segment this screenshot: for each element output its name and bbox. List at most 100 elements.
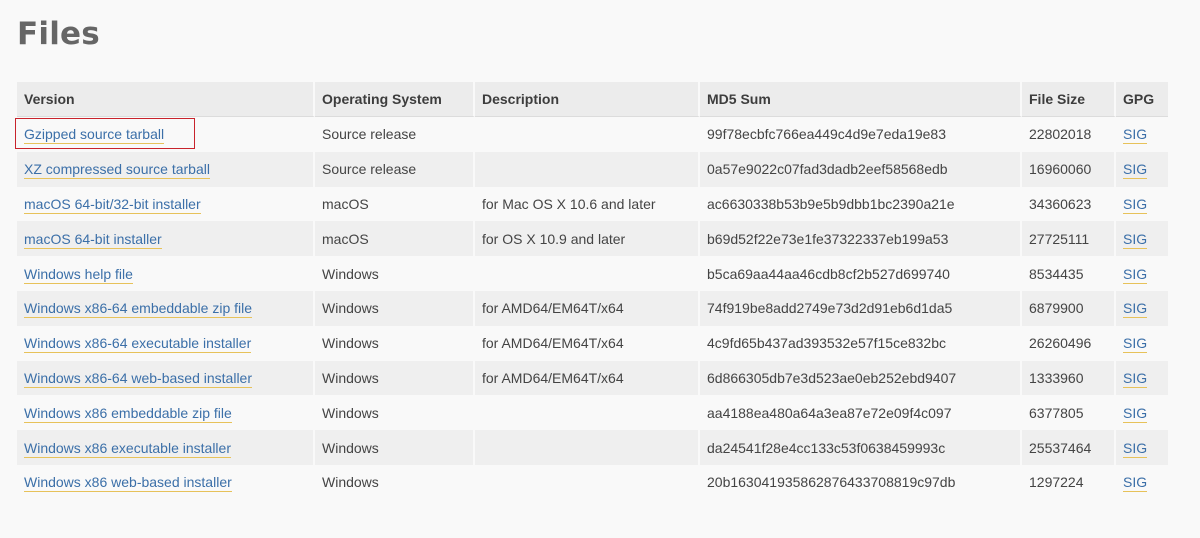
signature-link[interactable]: SIG xyxy=(1123,439,1148,458)
cell-md5-sum: 99f78ecbfc766ea449c4d9e7eda19e83 xyxy=(700,117,1022,152)
cell-gpg: SIG xyxy=(1116,360,1168,396)
cell-gpg: SIG xyxy=(1116,186,1168,222)
cell-operating-system: macOS xyxy=(315,221,475,257)
cell-description xyxy=(475,430,700,465)
cell-gpg: SIG xyxy=(1116,256,1168,291)
cell-file-size: 6879900 xyxy=(1022,290,1116,326)
table-body: Gzipped source tarball Source release 99f7… xyxy=(15,117,1168,500)
signature-link[interactable]: SIG xyxy=(1123,265,1148,284)
table-row: Windows x86 executable installer Windows d… xyxy=(17,430,1168,465)
table-row: Gzipped source tarball Source release 99f7… xyxy=(15,117,1168,152)
signature-link[interactable]: SIG xyxy=(1123,230,1148,249)
file-download-link[interactable]: Windows help file xyxy=(24,265,133,284)
signature-link[interactable]: SIG xyxy=(1123,369,1148,388)
cell-file-size: 1297224 xyxy=(1022,464,1116,500)
cell-file-size: 22802018 xyxy=(1022,117,1116,152)
file-download-link[interactable]: macOS 64-bit installer xyxy=(24,230,162,249)
signature-link[interactable]: SIG xyxy=(1123,335,1148,354)
files-table: Version Operating System Description MD5… xyxy=(15,82,1168,500)
header-file-size: File Size xyxy=(1022,82,1116,117)
cell-version: Windows x86-64 executable installer xyxy=(17,325,315,361)
cell-description xyxy=(475,395,700,431)
file-download-link[interactable]: Windows x86-64 executable installer xyxy=(24,335,252,354)
cell-md5-sum: aa4188ea480a64a3ea87e72e09f4c097 xyxy=(700,395,1022,431)
cell-description xyxy=(475,151,700,187)
table-row: macOS 64-bit installer macOS for OS X 10.9… xyxy=(17,221,1168,257)
cell-operating-system: Windows xyxy=(315,325,475,361)
cell-version: XZ compressed source tarball xyxy=(17,151,315,187)
cell-operating-system: Windows xyxy=(315,360,475,396)
signature-link[interactable]: SIG xyxy=(1123,404,1148,423)
cell-operating-system: Windows xyxy=(315,464,475,500)
cell-version: Windows x86-64 web-based installer xyxy=(17,360,315,396)
header-operating-system: Operating System xyxy=(315,82,475,117)
cell-gpg: SIG xyxy=(1116,221,1168,257)
cell-file-size: 26260496 xyxy=(1022,325,1116,361)
cell-gpg: SIG xyxy=(1116,325,1168,361)
cell-file-size: 6377805 xyxy=(1022,395,1116,431)
cell-gpg: SIG xyxy=(1116,117,1168,152)
cell-gpg: SIG xyxy=(1116,290,1168,326)
cell-file-size: 27725111 xyxy=(1022,221,1116,257)
cell-version: Windows x86-64 embeddable zip file xyxy=(17,290,315,326)
cell-version: Windows x86 executable installer xyxy=(17,430,315,465)
cell-file-size: 34360623 xyxy=(1022,186,1116,222)
cell-operating-system: Source release xyxy=(315,151,475,187)
cell-version: macOS 64-bit/32-bit installer xyxy=(17,186,315,222)
file-download-link[interactable]: Windows x86-64 web-based installer xyxy=(24,369,252,388)
cell-gpg: SIG xyxy=(1116,464,1168,500)
file-download-link[interactable]: macOS 64-bit/32-bit installer xyxy=(24,195,201,214)
cell-md5-sum: 20b163041935862876433708819c97db xyxy=(700,464,1022,500)
table-row: Windows x86 embeddable zip file Windows aa… xyxy=(17,395,1168,431)
cell-md5-sum: ac6630338b53b9e5b9dbb1bc2390a21e xyxy=(700,186,1022,222)
cell-version: Gzipped source tarball xyxy=(15,117,315,152)
cell-gpg: SIG xyxy=(1116,430,1168,465)
cell-description xyxy=(475,117,700,152)
signature-link[interactable]: SIG xyxy=(1123,300,1148,319)
signature-link[interactable]: SIG xyxy=(1123,474,1148,493)
table-row: Windows x86-64 embeddable zip file Window… xyxy=(17,290,1168,326)
cell-operating-system: Source release xyxy=(315,117,475,152)
cell-version: Windows x86 web-based installer xyxy=(17,464,315,500)
signature-link[interactable]: SIG xyxy=(1123,195,1148,214)
cell-md5-sum: 4c9fd65b437ad393532e57f15ce832bc xyxy=(700,325,1022,361)
cell-description: for AMD64/EM64T/x64 xyxy=(475,325,700,361)
cell-gpg: SIG xyxy=(1116,151,1168,187)
cell-md5-sum: da24541f28e4cc133c53f0638459993c xyxy=(700,430,1022,465)
cell-version: Windows help file xyxy=(17,256,315,291)
cell-file-size: 1333960 xyxy=(1022,360,1116,396)
cell-gpg: SIG xyxy=(1116,395,1168,431)
file-download-link[interactable]: Windows x86 executable installer xyxy=(24,439,231,458)
table-row: macOS 64-bit/32-bit installer macOS for Ma… xyxy=(17,186,1168,222)
file-download-link[interactable]: Windows x86 web-based installer xyxy=(24,474,232,493)
table-row: Windows x86 web-based installer Windows 20… xyxy=(17,464,1168,500)
cell-file-size: 25537464 xyxy=(1022,430,1116,465)
file-download-link[interactable]: Windows x86 embeddable zip file xyxy=(24,404,232,423)
file-download-link[interactable]: Windows x86-64 embeddable zip file xyxy=(24,300,253,319)
cell-description: for AMD64/EM64T/x64 xyxy=(475,290,700,326)
cell-md5-sum: 0a57e9022c07fad3dadb2eef58568edb xyxy=(700,151,1022,187)
header-gpg: GPG xyxy=(1116,82,1168,117)
table-row: Windows x86-64 executable installer Windo… xyxy=(17,325,1168,361)
signature-link[interactable]: SIG xyxy=(1123,161,1148,180)
header-description: Description xyxy=(475,82,700,117)
table-header-row: Version Operating System Description MD5… xyxy=(17,82,1168,117)
cell-version: macOS 64-bit installer xyxy=(17,221,315,257)
cell-description xyxy=(475,256,700,291)
file-download-link[interactable]: XZ compressed source tarball xyxy=(24,161,210,180)
cell-operating-system: Windows xyxy=(315,290,475,326)
cell-md5-sum: 74f919be8add2749e73d2d91eb6d1da5 xyxy=(700,290,1022,326)
signature-link[interactable]: SIG xyxy=(1123,126,1148,145)
table-row: Windows help file Windows b5ca69aa44aa46cd… xyxy=(17,256,1168,291)
cell-operating-system: Windows xyxy=(315,256,475,291)
header-md5-sum: MD5 Sum xyxy=(700,82,1022,117)
cell-description: for Mac OS X 10.6 and later xyxy=(475,186,700,222)
cell-description xyxy=(475,464,700,500)
cell-description: for OS X 10.9 and later xyxy=(475,221,700,257)
cell-md5-sum: b69d52f22e73e1fe37322337eb199a53 xyxy=(700,221,1022,257)
file-download-link[interactable]: Gzipped source tarball xyxy=(24,126,165,145)
cell-md5-sum: b5ca69aa44aa46cdb8cf2b527d699740 xyxy=(700,256,1022,291)
cell-operating-system: macOS xyxy=(315,186,475,222)
cell-version: Windows x86 embeddable zip file xyxy=(17,395,315,431)
files-page: Files Version Operating System Descripti… xyxy=(0,0,1200,538)
